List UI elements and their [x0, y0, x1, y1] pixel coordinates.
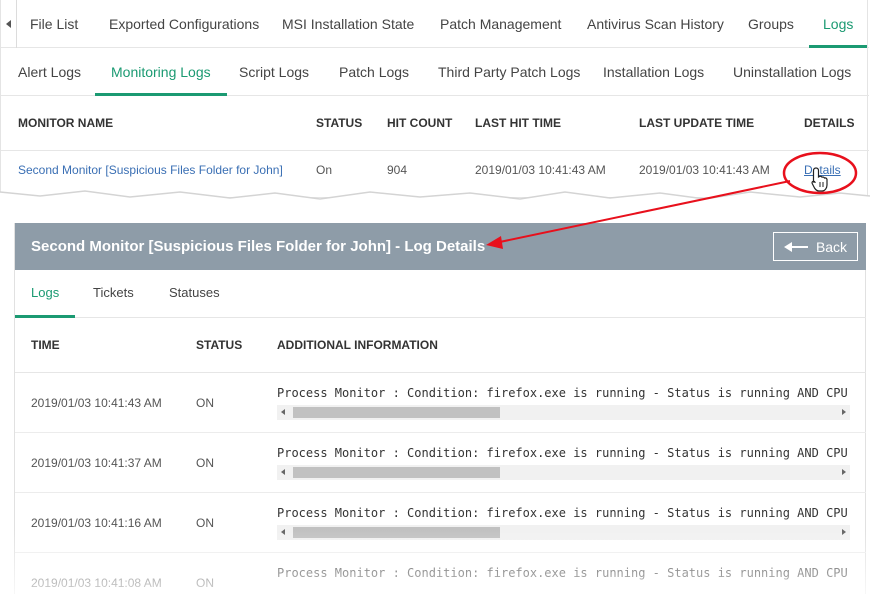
tab-logs-detail[interactable]: Logs: [14, 270, 76, 318]
log-info-text: Process Monitor : Condition: firefox.exe…: [277, 506, 848, 520]
scroll-left-arrow-icon[interactable]: [281, 529, 285, 535]
tab-scroll-left-button[interactable]: [1, 0, 17, 48]
column-header-additional-information: ADDITIONAL INFORMATION: [277, 338, 438, 352]
log-additional-info: Process Monitor : Condition: firefox.exe…: [277, 503, 850, 543]
monitor-table-header: MONITOR NAME STATUS HIT COUNT LAST HIT T…: [1, 96, 869, 151]
log-details-header: Second Monitor [Suspicious Files Folder …: [15, 223, 866, 270]
details-link[interactable]: Details: [804, 163, 841, 177]
log-info-text: Process Monitor : Condition: firefox.exe…: [277, 446, 848, 460]
column-header-time[interactable]: TIME: [31, 318, 60, 373]
scroll-right-arrow-icon[interactable]: [842, 529, 846, 535]
chevron-left-icon: [6, 20, 11, 28]
log-details-title: Second Monitor [Suspicious Files Folder …: [31, 238, 486, 255]
horizontal-scrollbar[interactable]: [277, 525, 850, 540]
tab-groups[interactable]: Groups: [748, 0, 794, 48]
tab-patch-management[interactable]: Patch Management: [440, 0, 561, 48]
log-time: 2019/01/03 10:41:43 AM: [31, 396, 162, 410]
log-type-tab-bar: Alert Logs Monitoring Logs Script Logs P…: [1, 48, 869, 96]
log-additional-info: Process Monitor : Condition: firefox.exe…: [277, 443, 850, 483]
log-time: 2019/01/03 10:41:37 AM: [31, 456, 162, 470]
arrow-left-icon: [783, 241, 808, 252]
table-row: 2019/01/03 10:41:16 AM ON Process Monito…: [15, 493, 866, 553]
tab-exported-configurations[interactable]: Exported Configurations: [109, 0, 259, 48]
tab-logs[interactable]: Logs: [808, 0, 868, 48]
column-header-last-hit-time[interactable]: LAST HIT TIME: [475, 96, 561, 151]
back-button[interactable]: Back: [773, 232, 858, 261]
tab-msi-installation-state[interactable]: MSI Installation State: [282, 0, 414, 48]
scrollbar-thumb[interactable]: [293, 407, 500, 418]
table-row: 2019/01/03 10:41:43 AM ON Process Monito…: [15, 373, 866, 433]
horizontal-scrollbar[interactable]: [277, 465, 850, 480]
top-tab-bar: File List Exported Configurations MSI In…: [1, 0, 869, 48]
log-status: ON: [196, 516, 214, 530]
scroll-left-arrow-icon[interactable]: [281, 409, 285, 415]
back-button-label: Back: [815, 238, 848, 255]
subtab-uninstallation-logs[interactable]: Uninstallation Logs: [733, 48, 851, 96]
subtab-monitoring-logs[interactable]: Monitoring Logs: [95, 48, 227, 96]
table-row: Second Monitor [Suspicious Files Folder …: [1, 151, 869, 189]
monitor-name-link[interactable]: Second Monitor [Suspicious Files Folder …: [18, 151, 283, 189]
log-time: 2019/01/03 10:41:08 AM: [31, 576, 162, 590]
column-header-log-status[interactable]: STATUS: [196, 318, 242, 373]
table-row: 2019/01/03 10:41:08 AM ON Process Monito…: [15, 553, 866, 594]
subtab-third-party-patch-logs[interactable]: Third Party Patch Logs: [438, 48, 580, 96]
subtab-script-logs[interactable]: Script Logs: [239, 48, 309, 96]
log-info-text: Process Monitor : Condition: firefox.exe…: [277, 386, 848, 400]
log-details-tab-bar: Logs Tickets Statuses: [14, 270, 866, 318]
table-row: 2019/01/03 10:41:37 AM ON Process Monito…: [15, 433, 866, 493]
column-header-details: DETAILS: [804, 116, 855, 130]
subtab-installation-logs[interactable]: Installation Logs: [603, 48, 704, 96]
log-info-text: Process Monitor : Condition: firefox.exe…: [277, 566, 848, 580]
tab-antivirus-scan-history[interactable]: Antivirus Scan History: [587, 0, 724, 48]
log-additional-info: Process Monitor : Condition: firefox.exe…: [277, 563, 850, 594]
torn-edge-divider: [0, 190, 870, 216]
column-header-last-update-time[interactable]: LAST UPDATE TIME: [639, 96, 754, 151]
tab-file-list[interactable]: File List: [30, 0, 78, 48]
tab-statuses[interactable]: Statuses: [169, 270, 220, 318]
log-additional-info: Process Monitor : Condition: firefox.exe…: [277, 383, 850, 423]
scrollbar-thumb[interactable]: [293, 527, 500, 538]
column-header-monitor-name[interactable]: MONITOR NAME: [18, 96, 113, 151]
column-header-status[interactable]: STATUS: [316, 96, 362, 151]
scroll-right-arrow-icon[interactable]: [842, 469, 846, 475]
scroll-left-arrow-icon[interactable]: [281, 469, 285, 475]
subtab-alert-logs[interactable]: Alert Logs: [18, 48, 81, 96]
scroll-right-arrow-icon[interactable]: [842, 409, 846, 415]
last-update-time: 2019/01/03 10:41:43 AM: [639, 163, 770, 177]
log-status: ON: [196, 576, 214, 590]
horizontal-scrollbar[interactable]: [277, 405, 850, 420]
last-hit-time: 2019/01/03 10:41:43 AM: [475, 163, 606, 177]
log-status: ON: [196, 396, 214, 410]
device-details-panel: File List Exported Configurations MSI In…: [0, 0, 869, 198]
log-time: 2019/01/03 10:41:16 AM: [31, 516, 162, 530]
monitor-status: On: [316, 163, 333, 177]
details-cell: Details: [804, 151, 841, 189]
hit-count: 904: [387, 163, 408, 177]
log-table-header: TIME STATUS ADDITIONAL INFORMATION: [15, 318, 866, 373]
log-status: ON: [196, 456, 214, 470]
tab-tickets[interactable]: Tickets: [93, 270, 134, 318]
column-header-hit-count[interactable]: HIT COUNT: [387, 96, 452, 151]
subtab-patch-logs[interactable]: Patch Logs: [339, 48, 409, 96]
scrollbar-thumb[interactable]: [293, 467, 500, 478]
log-details-panel: Second Monitor [Suspicious Files Folder …: [14, 223, 866, 594]
